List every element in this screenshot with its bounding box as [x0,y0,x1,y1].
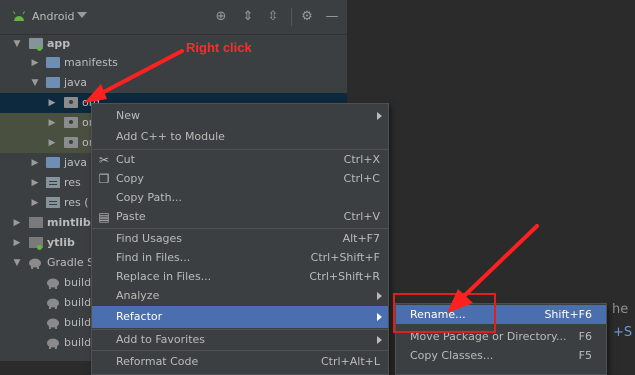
chevron-right-icon[interactable]: ▶ [47,138,57,148]
menu-item-label: Add C++ to Module [116,130,225,143]
tree-item-label: java [64,76,88,89]
menu-item-label: Copy Path... [116,191,183,204]
tree-item-java[interactable]: ▼ java [0,73,347,93]
rename-highlight-box [393,293,496,333]
chevron-right-icon[interactable]: ▶ [30,198,40,208]
shortcut-label: Ctrl+V [343,210,380,223]
menu-item-label: Copy Classes... [410,349,494,362]
android-icon [13,11,25,21]
gradle-elephant-icon [47,318,59,329]
menu-item-label: Reformat Code [116,355,199,368]
gradle-elephant-icon [29,258,41,269]
menu-item-refactor[interactable]: Refactor [92,306,388,328]
menu-item-label: Find in Files... [116,251,191,264]
menu-item-label: Copy [116,172,144,185]
shortcut-label: Alt+F7 [342,232,380,245]
collapse-all-icon[interactable]: ⇳ [264,8,282,26]
folder-icon [46,57,60,68]
folder-icon [46,157,60,168]
source-folder-icon [46,77,60,88]
tree-item-manifests[interactable]: ▶ manifests [0,53,347,73]
menu-item-analyze[interactable]: Analyze [92,285,388,307]
chevron-down-icon[interactable]: ▼ [30,78,40,88]
project-toolbar: Android ⊕ ⇕ ⇳ ⚙ — [0,0,347,35]
chevron-right-icon[interactable]: ▶ [30,158,40,168]
minimize-icon[interactable]: — [323,8,341,26]
shortcut-label: Ctrl+Alt+L [320,355,380,368]
tree-item-label: res ( [64,196,89,209]
menu-item-label: Replace in Files... [116,270,212,283]
gradle-elephant-icon [47,298,59,309]
menu-item-label: Find Usages [116,232,183,245]
menu-item-paste[interactable]: ▤ Paste Ctrl+V [92,206,388,228]
scissors-icon: ✂ [98,153,110,167]
menu-item-add-cpp-to-module[interactable]: Add C++ to Module [92,126,388,148]
chevron-right-icon[interactable]: ▶ [12,238,22,248]
menu-item-label: New [116,109,140,122]
resource-folder-icon [46,177,60,188]
gradle-elephant-icon [47,278,59,289]
shortcut-label: Ctrl+X [343,153,380,166]
menu-item-label: Paste [116,210,146,223]
toolbar-divider [291,8,292,26]
menu-item-add-to-favorites[interactable]: Add to Favorites [92,329,388,351]
right-click-annotation: Right click [186,40,252,55]
tree-item-label: ytlib [47,236,75,249]
tree-item-label: res [64,176,81,189]
locate-target-icon[interactable]: ⊕ [212,8,230,26]
chevron-down-icon[interactable]: ▼ [12,39,22,49]
tree-item-label: build. [64,336,95,349]
menu-item-copy-classes[interactable]: Copy Classes... F5 [396,346,606,365]
submenu-arrow-icon [377,292,382,300]
menu-item-new[interactable]: New [92,105,388,127]
chevron-right-icon[interactable]: ▶ [47,118,57,128]
submenu-arrow-icon [377,313,382,321]
menu-item-reformat-code[interactable]: Reformat Code Ctrl+Alt+L [92,351,388,373]
menu-item-label: Cut [116,153,135,166]
chevron-right-icon[interactable]: ▶ [30,58,40,68]
submenu-arrow-icon [377,112,382,120]
gradle-elephant-icon [47,338,59,349]
module-folder-icon [29,217,43,228]
expand-all-icon[interactable]: ⇕ [239,8,257,26]
menu-item-label: Refactor [116,310,163,323]
tree-item-label: manifests [64,56,118,69]
package-icon [64,97,78,108]
shortcut-label: Ctrl+C [343,172,380,185]
dropdown-chevron-icon[interactable] [77,12,87,18]
chevron-right-icon[interactable]: ▶ [47,98,57,108]
package-icon [64,117,78,128]
shortcut-label: F6 [578,330,592,343]
context-menu: New Add C++ to Module ✂ Cut Ctrl+X ❐ Cop… [91,103,389,375]
submenu-arrow-icon [377,336,382,344]
tree-item-app[interactable]: ▼ app [0,34,347,54]
tree-item-label: app [47,37,71,50]
paste-icon: ▤ [98,210,110,224]
copy-icon: ❐ [98,172,110,186]
chevron-down-icon[interactable]: ▼ [12,258,22,268]
tree-item-label: build. [64,296,95,309]
chevron-right-icon[interactable]: ▶ [12,218,22,228]
editor-text: he [612,302,629,317]
shortcut-label: F5 [578,349,592,362]
package-icon [64,137,78,148]
project-view-selector[interactable]: Android [32,10,75,23]
shortcut-label: Ctrl+Shift+F [310,251,380,264]
menu-item-label: Analyze [116,289,160,302]
tree-item-label: build. [64,316,95,329]
menu-item-label: Add to Favorites [116,333,206,346]
tree-item-label: mintlib [47,216,91,229]
shortcut-label: Shift+F6 [544,308,592,321]
tree-item-label: build. [64,276,95,289]
chevron-right-icon[interactable]: ▶ [30,178,40,188]
shortcut-label: Ctrl+Shift+R [309,270,380,283]
module-badge-icon [37,46,42,51]
editor-text: +S [613,325,633,340]
resource-folder-icon [46,197,60,208]
gear-icon[interactable]: ⚙ [298,8,316,26]
module-badge-icon [37,245,42,250]
